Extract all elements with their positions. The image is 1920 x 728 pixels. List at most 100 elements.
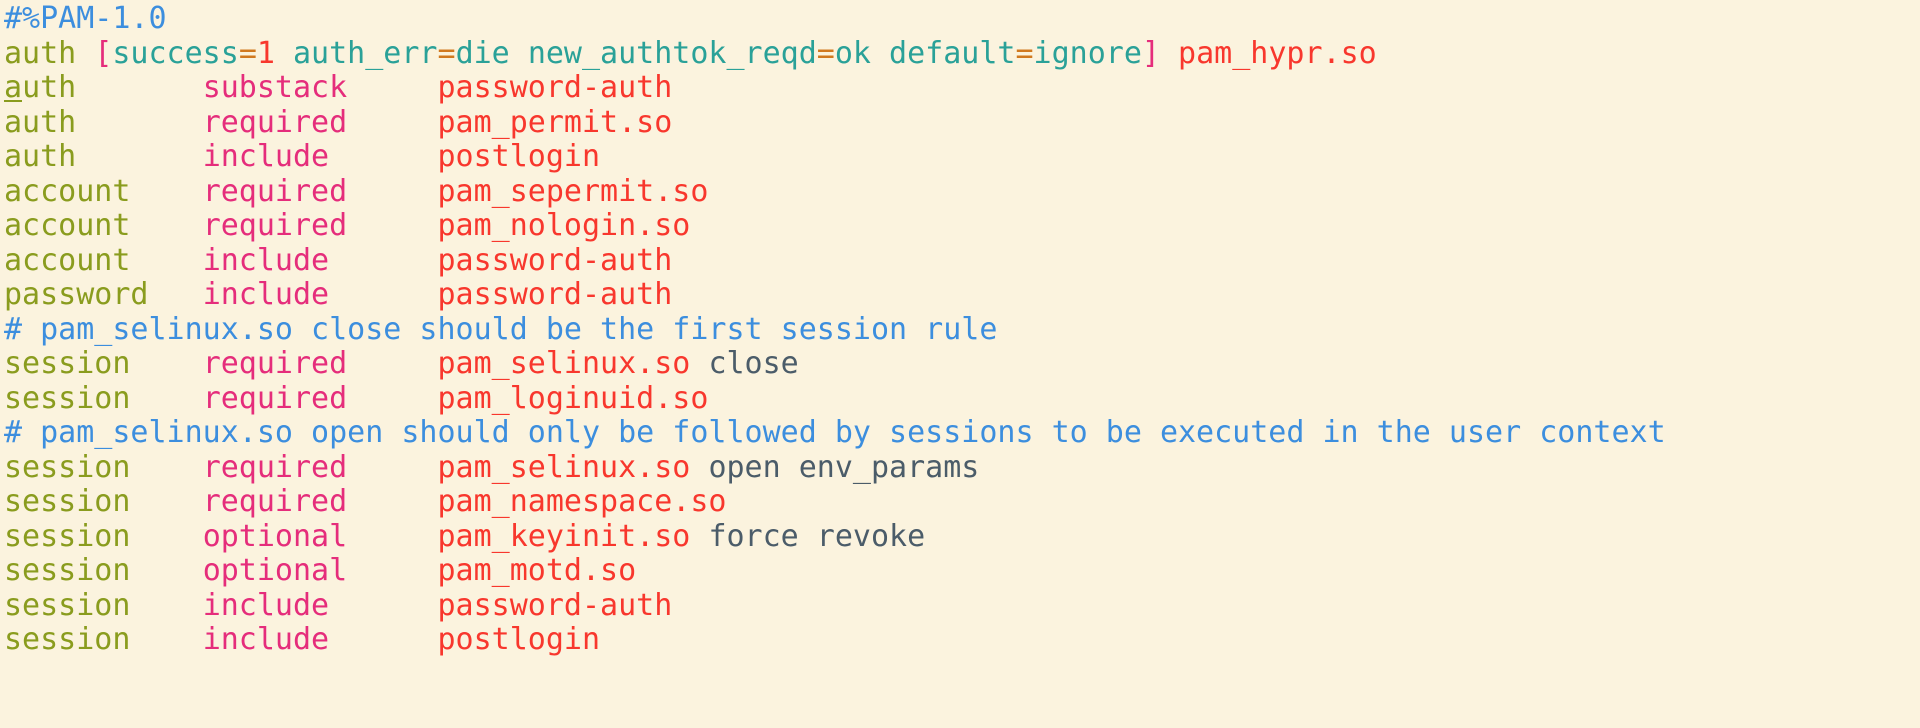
text-editor-viewport[interactable]: #%PAM-1.0 auth [success=1 auth_err=die ne… (0, 0, 1920, 728)
code-token: pam_namespace.so (437, 484, 727, 519)
code-token: pam_keyinit.so (437, 518, 691, 554)
code-line[interactable]: # pam_selinux.so close should be the fir… (4, 311, 1920, 348)
code-token: close (708, 346, 799, 381)
code-token: session (4, 587, 131, 623)
code-token: required (202, 484, 348, 519)
code-token: auth (4, 139, 77, 174)
code-token: = (816, 35, 835, 71)
code-token: success (112, 35, 239, 71)
code-token: pam_selinux.so (437, 449, 691, 485)
code-line[interactable]: # pam_selinux.so open should only be fol… (4, 415, 1920, 451)
code-token: = (238, 35, 257, 71)
code-token: postlogin (437, 139, 601, 174)
code-line[interactable]: auth required pam_permit.so (4, 104, 1920, 141)
code-line[interactable]: #%PAM-1.0 (4, 1, 1920, 37)
code-token: session (4, 518, 131, 554)
code-line[interactable]: session required pam_loginuid.so (4, 380, 1920, 417)
code-line[interactable]: auth include postlogin (4, 139, 1920, 175)
code-token: required (202, 104, 348, 140)
code-token: new_authtok_reqd (527, 35, 817, 71)
code-token: = (1015, 35, 1034, 71)
code-token: account (4, 208, 131, 243)
code-token: optional (202, 518, 348, 554)
code-token: password-auth (437, 242, 673, 278)
code-line[interactable]: session required pam_selinux.so close (4, 346, 1920, 382)
code-token: session (4, 622, 131, 657)
code-token: ok (834, 35, 871, 71)
code-token: session (4, 346, 131, 381)
code-line[interactable]: auth [success=1 auth_err=die new_authtok… (4, 35, 1920, 72)
code-token: session (4, 449, 131, 485)
code-token: password-auth (437, 70, 673, 105)
code-token: = (437, 35, 456, 71)
code-token: session (4, 553, 131, 588)
code-line[interactable]: session include password-auth (4, 587, 1920, 624)
code-line[interactable]: password include password-auth (4, 277, 1920, 313)
code-line[interactable]: session optional pam_motd.so (4, 553, 1920, 589)
code-token: account (4, 242, 131, 278)
code-token: required (202, 208, 348, 243)
code-token: substack (202, 70, 348, 105)
code-token: session (4, 380, 131, 416)
code-token: pam_permit.so (437, 104, 673, 140)
code-token: #%PAM-1.0 (4, 1, 167, 36)
code-token: required (202, 380, 348, 416)
code-token: required (202, 346, 348, 381)
code-line[interactable]: session required pam_selinux.so open env… (4, 449, 1920, 486)
code-token: ignore (1033, 35, 1142, 71)
code-line[interactable]: account required pam_nologin.so (4, 208, 1920, 244)
code-token: required (202, 449, 348, 485)
code-line[interactable]: account required pam_sepermit.so (4, 173, 1920, 210)
code-token: password (4, 277, 149, 312)
code-line[interactable]: session optional pam_keyinit.so force re… (4, 518, 1920, 555)
code-token: password-auth (437, 587, 673, 623)
code-line[interactable]: session include postlogin (4, 622, 1920, 658)
code-token: open env_params (708, 449, 980, 485)
code-token: include (202, 622, 330, 657)
text-cursor: a (4, 70, 23, 105)
code-token: include (202, 242, 330, 278)
code-token: postlogin (437, 622, 601, 657)
code-token: session (4, 484, 131, 519)
code-content-area[interactable]: #%PAM-1.0 auth [success=1 auth_err=die ne… (4, 1, 1920, 658)
code-token: include (202, 139, 330, 174)
code-line[interactable]: auth substack password-auth (4, 70, 1920, 106)
code-token: pam_loginuid.so (437, 380, 709, 416)
code-token: account (4, 173, 131, 209)
code-token: auth_err (293, 35, 438, 71)
code-token: # pam_selinux.so close should be the fir… (4, 311, 998, 347)
code-line[interactable]: account include password-auth (4, 242, 1920, 279)
code-token: die (455, 35, 510, 71)
code-token: auth (4, 104, 77, 140)
code-token: pam_nologin.so (437, 208, 691, 243)
code-line[interactable]: session required pam_namespace.so (4, 484, 1920, 520)
